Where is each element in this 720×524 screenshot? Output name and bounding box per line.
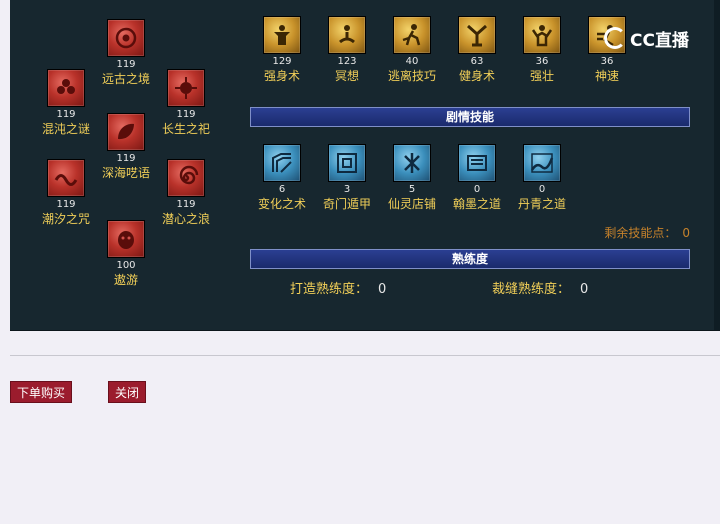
skill-changsheng[interactable]: 119 长生之祀 — [154, 69, 218, 136]
skill-name: 翰墨之道 — [452, 197, 501, 211]
skill-level: 119 — [176, 109, 196, 120]
skill-name: 遨游 — [113, 273, 138, 287]
skill-name: 仙灵店铺 — [387, 197, 436, 211]
remaining-skill-points: 剩余技能点： 0 — [604, 224, 690, 241]
skill-name: 冥想 — [334, 69, 359, 83]
skill-name: 丹青之道 — [517, 197, 566, 211]
skill-name: 奇门遁甲 — [322, 197, 371, 211]
skill-level: 119 — [116, 153, 136, 164]
skill-xianling[interactable]: 5 仙灵店铺 — [380, 144, 444, 211]
section-header-story-skills: 剧情技能 — [250, 107, 690, 127]
skill-name: 长生之祀 — [161, 122, 210, 136]
skill-name: 混沌之谜 — [41, 122, 90, 136]
skill-name: 深海呓语 — [101, 166, 150, 180]
skill-level: 3 — [343, 184, 351, 195]
skill-aoyou[interactable]: 100 遨游 — [94, 220, 158, 287]
divider-line — [10, 355, 720, 356]
skill-bianhua[interactable]: 6 变化之术 — [250, 144, 314, 211]
skill-level: 119 — [56, 199, 76, 210]
tailoring-proficiency-value: 0 — [580, 282, 589, 297]
panel-scrollbar[interactable] — [714, 0, 720, 330]
buy-button[interactable]: 下单购买 — [10, 381, 73, 403]
skill-level: 0 — [473, 184, 481, 195]
swirl-emblem-icon — [107, 19, 145, 57]
transform-rune-icon — [263, 144, 301, 182]
skill-qianxin[interactable]: 119 潜心之浪 — [154, 159, 218, 226]
remaining-skill-points-label: 剩余技能点： — [604, 226, 677, 240]
skill-level: 6 — [278, 184, 286, 195]
painting-rune-icon — [523, 144, 561, 182]
tailoring-proficiency: 裁缝熟练度： 0 — [492, 278, 588, 297]
fitness-figure-icon — [458, 16, 496, 54]
skill-name: 变化之术 — [257, 197, 306, 211]
skill-taoli[interactable]: 40 逃离技巧 — [380, 16, 444, 83]
section-header-proficiency: 熟练度 — [250, 249, 690, 269]
skill-name: 远古之境 — [101, 72, 150, 86]
forging-proficiency: 打造熟练度： 0 — [290, 278, 386, 297]
skill-qiangshen[interactable]: 129 强身术 — [250, 16, 314, 83]
skill-level: 40 — [405, 56, 419, 67]
wave-emblem-icon — [47, 159, 85, 197]
cc-logo-icon — [604, 27, 626, 49]
skill-jianshen[interactable]: 63 健身术 — [445, 16, 509, 83]
forging-proficiency-label: 打造熟练度： — [290, 282, 369, 297]
skill-level: 5 — [408, 184, 416, 195]
skill-name: 健身术 — [458, 69, 495, 83]
skill-level: 100 — [116, 260, 136, 271]
shop-rune-icon — [393, 144, 431, 182]
skill-chaoxi[interactable]: 119 潮汐之咒 — [34, 159, 98, 226]
strength-figure-icon — [263, 16, 301, 54]
skill-qimen[interactable]: 3 奇门遁甲 — [315, 144, 379, 211]
skill-level: 129 — [272, 56, 292, 67]
skill-name: 神速 — [594, 69, 619, 83]
skill-level: 36 — [600, 56, 614, 67]
skill-level: 119 — [176, 199, 196, 210]
tailoring-proficiency-label: 裁缝熟练度： — [492, 282, 571, 297]
meditation-figure-icon — [328, 16, 366, 54]
skill-name: 逃离技巧 — [387, 69, 436, 83]
skill-mingxiang[interactable]: 123 冥想 — [315, 16, 379, 83]
skill-level: 123 — [337, 56, 357, 67]
skill-name: 强壮 — [529, 69, 554, 83]
skill-qiangzhuang[interactable]: 36 强壮 — [510, 16, 574, 83]
forging-proficiency-value: 0 — [378, 282, 387, 297]
maze-rune-icon — [328, 144, 366, 182]
skill-level: 119 — [56, 109, 76, 120]
skill-name: 潮汐之咒 — [41, 212, 90, 226]
close-button[interactable]: 关闭 — [108, 381, 147, 403]
skill-name: 潜心之浪 — [161, 212, 210, 226]
skill-level: 36 — [535, 56, 549, 67]
skill-hundun[interactable]: 119 混沌之谜 — [34, 69, 98, 136]
skill-level: 0 — [538, 184, 546, 195]
remaining-skill-points-value: 0 — [682, 226, 690, 240]
skill-hanmo[interactable]: 0 翰墨之道 — [445, 144, 509, 211]
skill-yuangu[interactable]: 119 远古之境 — [94, 19, 158, 86]
creature-emblem-icon — [107, 220, 145, 258]
flower-emblem-icon — [47, 69, 85, 107]
spiral-emblem-icon — [167, 159, 205, 197]
leaf-emblem-icon — [107, 113, 145, 151]
muscle-figure-icon — [523, 16, 561, 54]
skill-shenhai[interactable]: 119 深海呓语 — [94, 113, 158, 180]
skill-danqing[interactable]: 0 丹青之道 — [510, 144, 574, 211]
skill-level: 63 — [470, 56, 484, 67]
sun-emblem-icon — [167, 69, 205, 107]
running-figure-icon — [393, 16, 431, 54]
skill-level: 119 — [116, 59, 136, 70]
scroll-rune-icon — [458, 144, 496, 182]
cc-live-watermark: CC直播 — [604, 24, 689, 52]
skill-name: 强身术 — [263, 69, 300, 83]
watermark-text: CC直播 — [630, 30, 689, 51]
